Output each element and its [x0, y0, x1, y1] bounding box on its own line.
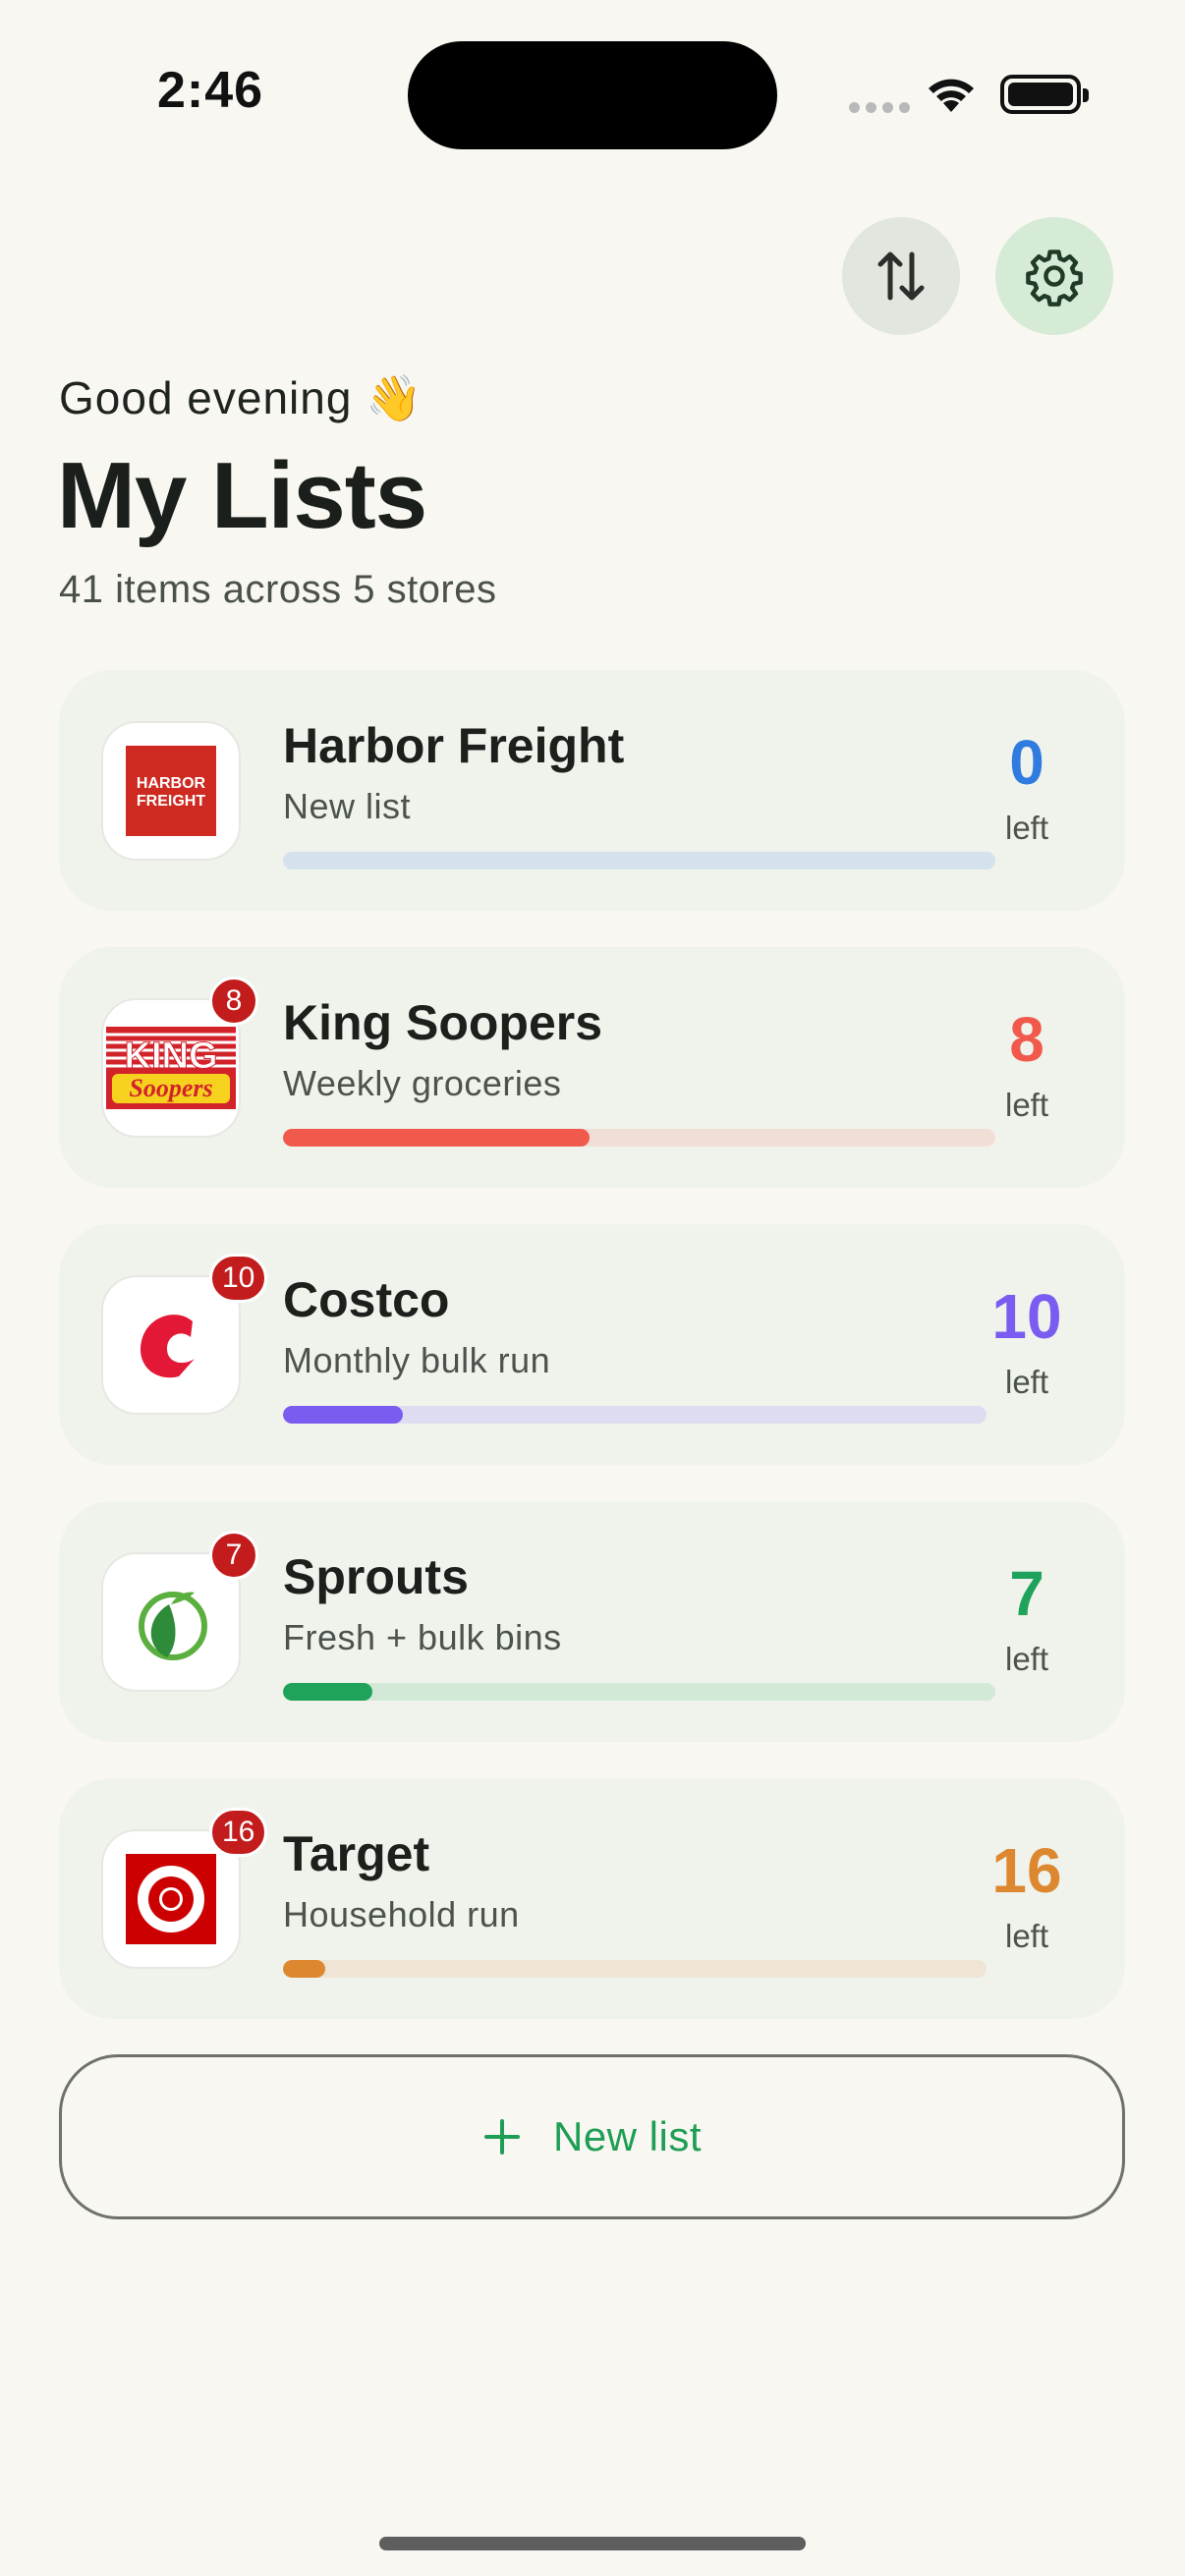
list-subtitle: Weekly groceries	[283, 1063, 562, 1103]
items-left-count: 0 left	[1004, 727, 1049, 846]
list-progress	[283, 852, 995, 869]
items-left-count: 16 left	[991, 1835, 1062, 1954]
store-name: Target	[283, 1826, 430, 1881]
store-name: Costco	[283, 1272, 450, 1327]
items-badge: 16	[209, 1808, 268, 1857]
greeting: Good evening 👋	[59, 372, 423, 423]
list-progress	[283, 1406, 987, 1424]
list-card-costco[interactable]: 10 Costco Monthly bulk run 10 left	[59, 1224, 1125, 1465]
page-title: My Lists	[57, 443, 427, 548]
harbor-freight-logo: HARBOR FREIGHT	[101, 721, 241, 861]
svg-text:Soopers: Soopers	[129, 1074, 212, 1102]
list-card-target[interactable]: 16 Target Household run 16 left	[59, 1778, 1125, 2019]
items-left-count: 8 left	[1004, 1004, 1049, 1123]
list-card-king-soopers[interactable]: KING Soopers 8 King Soopers Weekly groce…	[59, 947, 1125, 1188]
harbor-freight-logo-icon: HARBOR FREIGHT	[126, 746, 216, 836]
items-summary: 41 items across 5 stores	[59, 568, 497, 611]
list-card-harbor-freight[interactable]: HARBOR FREIGHT Harbor Freight New list 0…	[59, 670, 1125, 911]
new-list-button[interactable]: New list	[59, 2054, 1125, 2219]
status-bar: 2:46	[0, 0, 1185, 187]
svg-text:HARBOR: HARBOR	[137, 775, 206, 792]
sprouts-logo-icon	[139, 1592, 207, 1660]
list-progress	[283, 1960, 987, 1978]
home-indicator	[379, 2537, 806, 2550]
list-progress	[283, 1683, 995, 1701]
store-name: Sprouts	[283, 1549, 469, 1604]
wifi-icon	[929, 79, 974, 112]
items-left-count: 10 left	[991, 1281, 1062, 1400]
new-list-label: New list	[552, 2113, 703, 2159]
costco-logo-icon	[140, 1315, 195, 1378]
cellular-signal-icon	[849, 102, 910, 113]
arrows-up-down-icon	[877, 252, 925, 301]
battery-icon	[1000, 75, 1089, 114]
store-name: King Soopers	[283, 995, 603, 1050]
sort-button[interactable]	[842, 217, 960, 335]
list-card-sprouts[interactable]: 7 Sprouts Fresh + bulk bins 7 left	[59, 1501, 1125, 1742]
list-subtitle: Monthly bulk run	[283, 1340, 551, 1380]
list-subtitle: Fresh + bulk bins	[283, 1617, 562, 1657]
target-logo-icon	[126, 1854, 216, 1944]
items-badge: 8	[209, 977, 258, 1026]
items-badge: 10	[209, 1254, 268, 1303]
list-subtitle: New list	[283, 786, 412, 826]
king-soopers-logo-icon: KING Soopers	[106, 1027, 236, 1109]
plus-icon	[483, 2119, 520, 2155]
settings-button[interactable]	[995, 217, 1113, 335]
items-badge: 7	[209, 1531, 258, 1580]
svg-text:KING: KING	[125, 1036, 218, 1077]
dynamic-island	[408, 41, 777, 149]
svg-text:FREIGHT: FREIGHT	[137, 793, 205, 810]
list-subtitle: Household run	[283, 1894, 520, 1934]
gear-icon	[1026, 250, 1083, 307]
list-progress	[283, 1129, 995, 1147]
store-name: Harbor Freight	[283, 718, 625, 773]
status-time: 2:46	[157, 62, 264, 119]
items-left-count: 7 left	[1004, 1558, 1049, 1677]
